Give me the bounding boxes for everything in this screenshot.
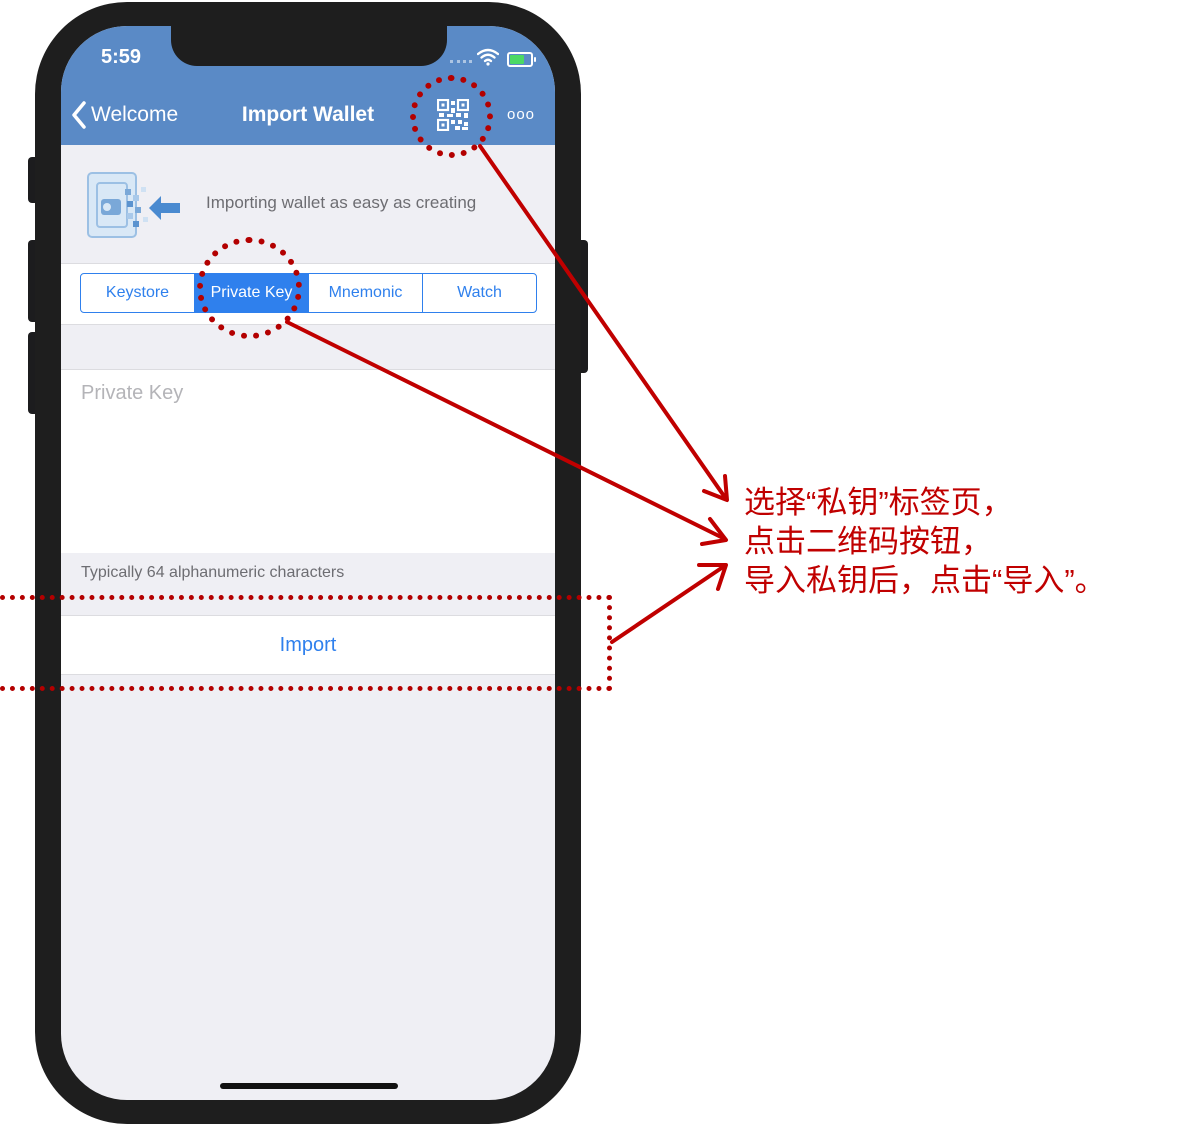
instruction-line: 选择“私钥”标签页，	[744, 485, 1013, 520]
battery-icon	[507, 52, 536, 67]
more-icon[interactable]: ooo	[507, 106, 535, 123]
signal-icon	[450, 60, 472, 66]
tab-watch[interactable]: Watch	[423, 274, 536, 312]
arrow-head-import	[697, 563, 728, 591]
import-highlight-box	[0, 595, 612, 691]
instruction-line: 点击二维码按钮，	[744, 524, 992, 559]
tab-keystore[interactable]: Keystore	[81, 274, 195, 312]
import-header: Importing wallet as easy as creating	[61, 145, 555, 263]
qr-highlight-circle	[410, 75, 493, 158]
private-key-field-container	[61, 369, 555, 553]
screen: 5:59 Welcome Import Wallet ooo Importing…	[61, 26, 555, 1100]
import-wallet-illustration	[87, 172, 180, 238]
tab-highlight-circle	[197, 237, 302, 339]
arrow-head-tab	[700, 517, 728, 546]
status-time: 5:59	[101, 46, 142, 68]
segment-container: Keystore Private Key Mnemonic Watch	[61, 263, 555, 325]
instruction-text: 选择“私钥”标签页， 点击二维码按钮， 导入私钥后，点击“导入”。	[744, 483, 1106, 600]
arrow-head-qr	[702, 474, 729, 502]
phone-frame: 5:59 Welcome Import Wallet ooo Importing…	[35, 2, 581, 1124]
import-type-tabs: Keystore Private Key Mnemonic Watch	[80, 273, 537, 313]
notch	[171, 26, 447, 66]
instruction-line: 导入私钥后，点击“导入”。	[744, 563, 1106, 598]
wifi-icon	[477, 48, 499, 66]
tagline: Importing wallet as easy as creating	[206, 193, 477, 212]
tab-mnemonic[interactable]: Mnemonic	[309, 274, 423, 312]
hint-text: Typically 64 alphanumeric characters	[81, 564, 345, 581]
private-key-input[interactable]	[61, 370, 555, 553]
home-indicator[interactable]	[220, 1083, 398, 1089]
arrow-from-import	[610, 565, 725, 644]
